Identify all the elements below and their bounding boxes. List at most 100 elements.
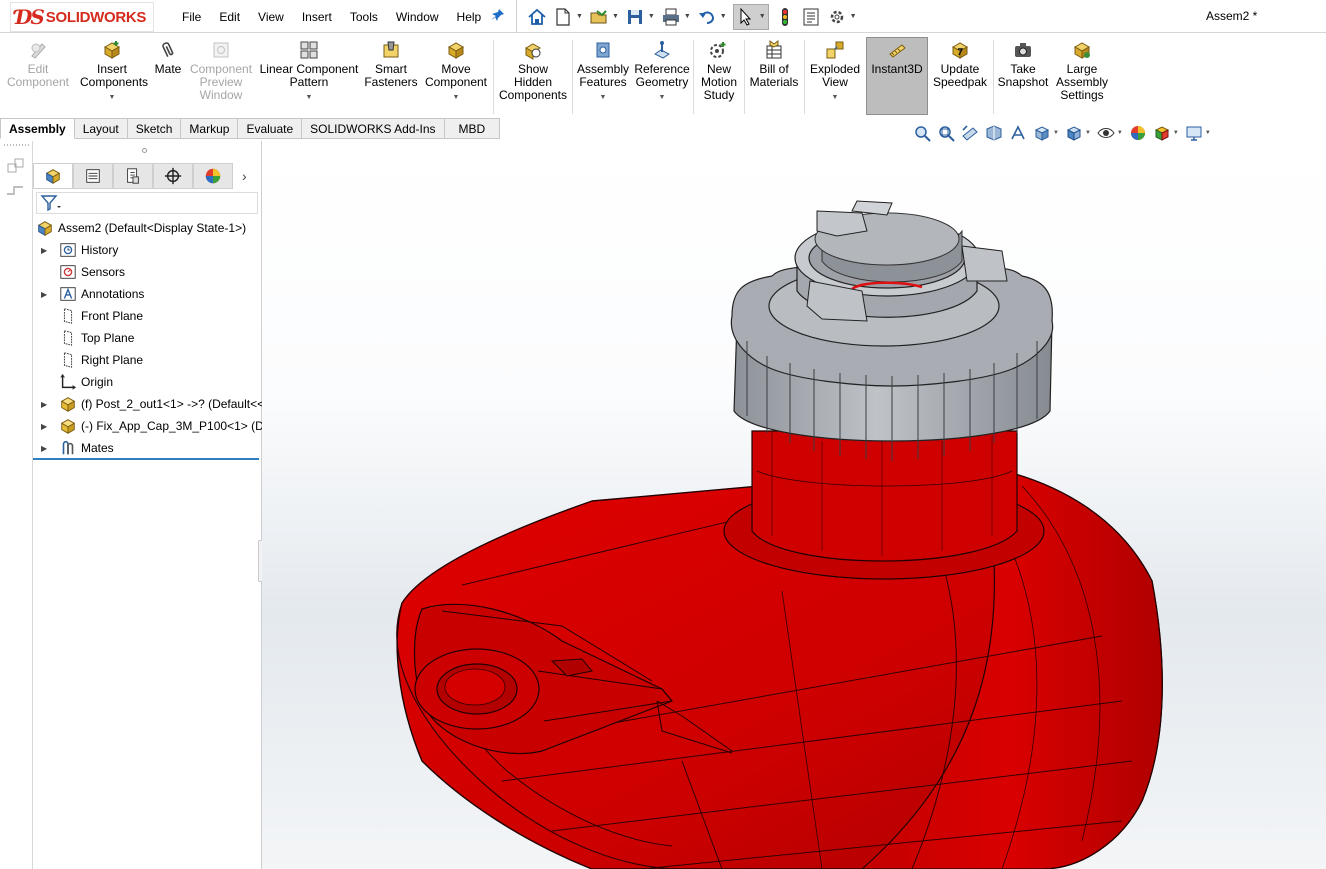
menu-file[interactable]: File xyxy=(173,10,210,24)
new-motion-study-button[interactable]: New Motion Study xyxy=(696,38,742,116)
tree-item-history[interactable]: ▶ History xyxy=(33,239,262,261)
insert-components-dropdown-icon[interactable]: ▼ xyxy=(76,91,148,104)
strip-grip-icon[interactable] xyxy=(3,143,31,147)
tab-sketch[interactable]: Sketch xyxy=(127,118,182,139)
update-speedpak-button[interactable]: Update Speedpak xyxy=(930,38,990,116)
view-orientation-icon[interactable]: ▼ xyxy=(1033,124,1059,142)
save-icon[interactable]: ▼ xyxy=(625,7,655,27)
tree-item-mates[interactable]: ▶ Mates xyxy=(33,437,262,459)
display-style-icon[interactable]: ▼ xyxy=(1065,124,1091,142)
tab-mbd[interactable]: MBD xyxy=(444,118,501,139)
tree-rollback-bar[interactable] xyxy=(33,458,259,460)
zoom-to-area-icon[interactable] xyxy=(937,124,955,142)
assembly-features-dropdown-icon[interactable]: ▼ xyxy=(575,91,631,104)
tree-item-front-plane[interactable]: Front Plane xyxy=(33,305,262,327)
take-snapshot-button[interactable]: Take Snapshot xyxy=(996,38,1050,116)
display-manager-icon xyxy=(205,168,221,184)
expand-arrow-icon[interactable]: ▶ xyxy=(41,246,49,255)
open-icon[interactable]: ▼ xyxy=(589,7,619,27)
home-icon[interactable] xyxy=(527,7,547,27)
solidworks-logo[interactable]: ƊS SOLIDWORKS xyxy=(10,2,154,32)
edit-component-button[interactable]: Edit Component xyxy=(4,38,72,116)
undo-icon[interactable]: ▼ xyxy=(697,7,727,27)
view-settings-icon[interactable]: ▼ xyxy=(1185,124,1211,142)
tree-item-sensors[interactable]: Sensors xyxy=(33,261,262,283)
component-preview-window-button[interactable]: Component Preview Window xyxy=(188,38,254,116)
options-icon[interactable]: ▼ xyxy=(827,7,857,27)
plane-icon xyxy=(63,352,73,368)
tab-display-manager[interactable] xyxy=(193,163,233,189)
edit-appearance-icon[interactable] xyxy=(1129,124,1147,142)
left-task-strip xyxy=(0,141,33,869)
linear-pattern-icon xyxy=(300,41,318,59)
dynamic-annotation-icon[interactable] xyxy=(1009,124,1027,142)
show-hidden-components-button[interactable]: Show Hidden Components xyxy=(496,38,570,116)
assembly-model[interactable] xyxy=(262,141,1326,869)
tab-assembly[interactable]: Assembly xyxy=(0,118,75,139)
tab-markup[interactable]: Markup xyxy=(181,118,239,139)
new-document-icon[interactable]: ▼ xyxy=(553,7,583,27)
linear-pattern-dropdown-icon[interactable]: ▼ xyxy=(258,91,360,104)
tree-item-origin[interactable]: Origin xyxy=(33,371,262,393)
file-properties-icon[interactable] xyxy=(801,7,821,27)
exploded-view-button[interactable]: Exploded View ▼ xyxy=(807,38,863,116)
tab-property-manager[interactable] xyxy=(73,163,113,189)
zoom-to-fit-icon[interactable] xyxy=(913,124,931,142)
ribbon-separator xyxy=(744,40,745,114)
menu-edit[interactable]: Edit xyxy=(210,10,249,24)
pin-menu-icon[interactable] xyxy=(491,8,505,25)
instant3d-button[interactable]: Instant3D xyxy=(866,37,928,115)
menu-insert[interactable]: Insert xyxy=(293,10,341,24)
tree-item-right-plane[interactable]: Right Plane xyxy=(33,349,262,371)
previous-view-icon[interactable] xyxy=(961,124,979,142)
neck-base[interactable] xyxy=(723,430,1045,580)
tab-dimxpert-manager[interactable] xyxy=(153,163,193,189)
hide-show-items-icon[interactable]: ▼ xyxy=(1097,124,1123,142)
instant-sketch-icon[interactable] xyxy=(6,158,26,176)
large-assembly-settings-button[interactable]: Large Assembly Settings xyxy=(1052,38,1112,116)
mate-button[interactable]: Mate xyxy=(150,38,186,116)
move-component-dropdown-icon[interactable]: ▼ xyxy=(422,91,490,104)
menu-window[interactable]: Window xyxy=(387,10,448,24)
expand-arrow-icon[interactable]: ▶ xyxy=(41,400,49,409)
expand-arrow-icon[interactable]: ▶ xyxy=(41,290,49,299)
tree-filter[interactable] xyxy=(36,192,258,214)
select-icon[interactable]: ▼ xyxy=(732,3,769,30)
section-view-icon[interactable] xyxy=(985,124,1003,142)
smart-fasteners-button[interactable]: Smart Fasteners xyxy=(362,38,420,116)
menu-help[interactable]: Help xyxy=(448,10,491,24)
feature-manager-panel: › Assem2 (Default<Display State-1>) ▶ Hi… xyxy=(33,141,262,869)
exploded-view-dropdown-icon[interactable]: ▼ xyxy=(807,91,863,104)
panel-expand-arrow-icon[interactable]: › xyxy=(242,168,247,184)
tab-evaluate[interactable]: Evaluate xyxy=(238,118,303,139)
tree-item-top-plane[interactable]: Top Plane xyxy=(33,327,262,349)
assembly-features-button[interactable]: Assembly Features ▼ xyxy=(575,38,631,116)
ribbon-separator xyxy=(693,40,694,114)
reference-geometry-dropdown-icon[interactable]: ▼ xyxy=(633,91,691,104)
tab-configuration-manager[interactable] xyxy=(113,163,153,189)
panel-grip-icon[interactable] xyxy=(142,148,147,153)
apply-scene-icon[interactable]: ▼ xyxy=(1153,124,1179,142)
tree-item-component-post[interactable]: ▶ (f) Post_2_out1<1> ->? (Default<<Defau… xyxy=(33,393,262,415)
print-icon[interactable]: ▼ xyxy=(661,7,691,27)
step-icon[interactable] xyxy=(6,184,26,198)
tab-solidworks-add-ins[interactable]: SOLIDWORKS Add-Ins xyxy=(302,118,445,139)
property-manager-icon xyxy=(86,169,100,183)
menu-view[interactable]: View xyxy=(249,10,293,24)
grey-cap[interactable] xyxy=(730,200,1054,461)
graphics-area[interactable] xyxy=(262,141,1326,869)
rebuild-icon[interactable] xyxy=(775,7,795,27)
linear-component-pattern-button[interactable]: Linear Component Pattern ▼ xyxy=(258,38,360,116)
insert-components-button[interactable]: Insert Components ▼ xyxy=(76,38,148,116)
menu-tools[interactable]: Tools xyxy=(341,10,387,24)
tab-feature-manager[interactable] xyxy=(33,163,73,189)
tree-root-assembly[interactable]: Assem2 (Default<Display State-1>) xyxy=(33,217,262,239)
tree-item-component-cap[interactable]: ▶ (-) Fix_App_Cap_3M_P100<1> (Default<<D… xyxy=(33,415,262,437)
tree-item-annotations[interactable]: ▶ Annotations xyxy=(33,283,262,305)
expand-arrow-icon[interactable]: ▶ xyxy=(41,444,49,453)
reference-geometry-button[interactable]: Reference Geometry ▼ xyxy=(633,38,691,116)
expand-arrow-icon[interactable]: ▶ xyxy=(41,422,49,431)
bill-of-materials-button[interactable]: Bill of Materials xyxy=(747,38,801,116)
tab-layout[interactable]: Layout xyxy=(74,118,128,139)
move-component-button[interactable]: Move Component ▼ xyxy=(422,38,490,116)
